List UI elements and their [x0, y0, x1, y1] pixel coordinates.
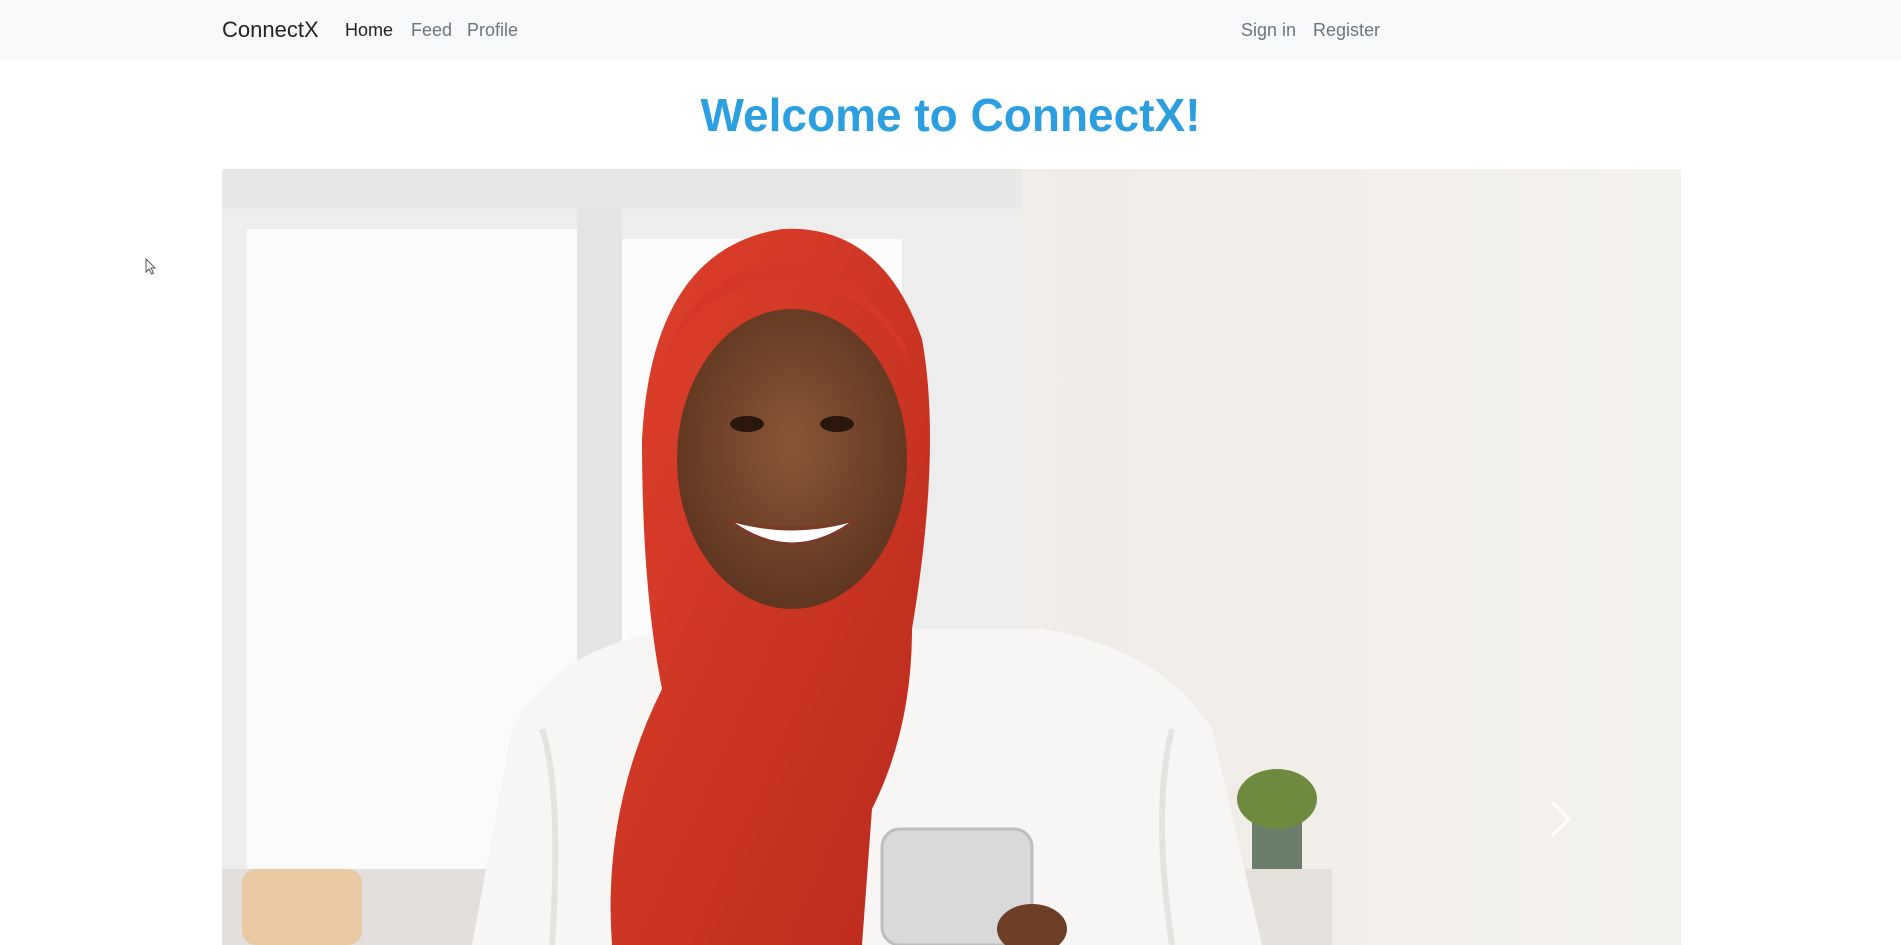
nav-link-home[interactable]: Home [345, 20, 393, 41]
hero-image [222, 169, 1681, 945]
mouse-cursor-icon [145, 258, 157, 275]
chevron-right-icon [1551, 801, 1571, 837]
brand-logo-link[interactable]: ConnectX [222, 17, 319, 43]
nav-link-profile[interactable]: Profile [467, 20, 518, 41]
nav-link-feed[interactable]: Feed [411, 20, 452, 41]
register-link[interactable]: Register [1313, 20, 1380, 41]
hero-carousel [222, 169, 1681, 945]
sign-in-link[interactable]: Sign in [1241, 20, 1296, 41]
page-title: Welcome to ConnectX! [700, 89, 1201, 141]
carousel-next-button[interactable] [1541, 789, 1581, 849]
top-navbar: ConnectX Home Feed Profile Sign in Regis… [0, 0, 1901, 61]
